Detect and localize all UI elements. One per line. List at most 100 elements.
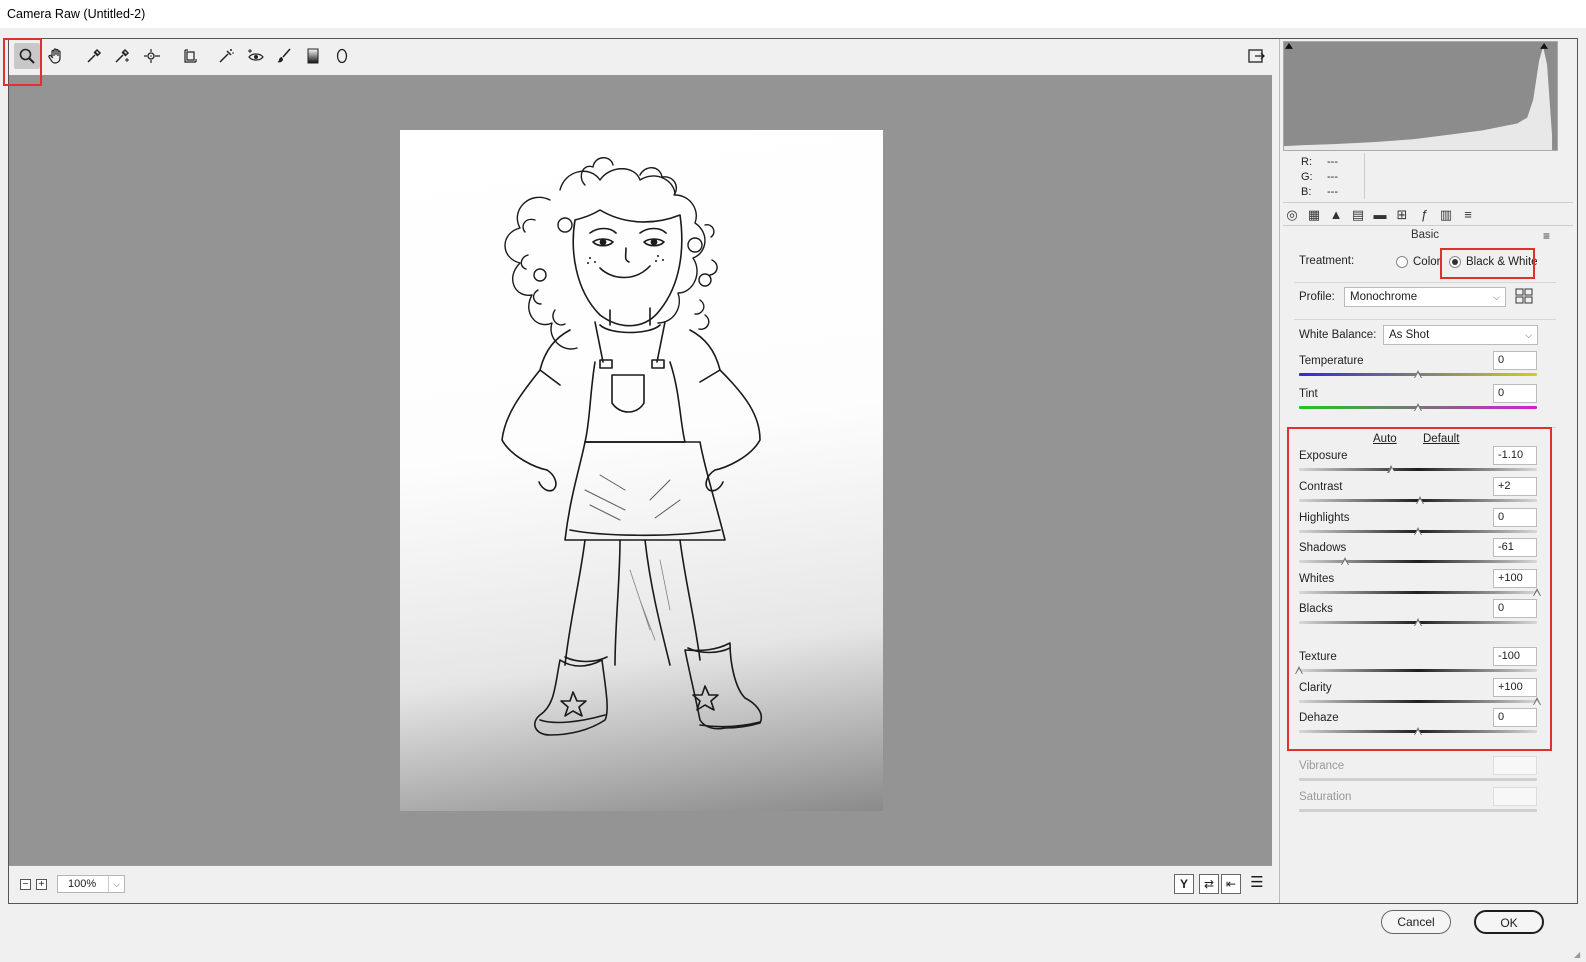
whites-value-input[interactable]: +100 <box>1493 569 1537 588</box>
tint-slider-thumb[interactable] <box>1413 403 1423 411</box>
treatment-label: Treatment: <box>1299 255 1355 267</box>
before-after-y-icon[interactable]: Y <box>1174 874 1194 894</box>
dehaze-value-input[interactable]: 0 <box>1493 708 1537 727</box>
targeted-adjustment-icon[interactable] <box>139 43 165 69</box>
whites-slider-track[interactable] <box>1299 591 1537 594</box>
vibrance-label: Vibrance <box>1299 760 1345 772</box>
exposure-slider-thumb[interactable] <box>1387 465 1396 473</box>
hand-tool-icon[interactable] <box>43 43 69 69</box>
rgb-readout: R: --- G: --- B: --- <box>1301 155 1353 200</box>
zoom-level-select[interactable]: 100% ⌵ <box>57 875 125 893</box>
transform-tool-icon[interactable] <box>177 43 203 69</box>
dehaze-slider-thumb[interactable] <box>1413 727 1423 735</box>
divider <box>1294 282 1556 283</box>
tone-curve-icon[interactable]: ▦ <box>1305 206 1323 224</box>
readout-divider <box>1364 153 1365 199</box>
blacks-slider-thumb[interactable] <box>1413 618 1423 626</box>
texture-value-input[interactable]: -100 <box>1493 647 1537 666</box>
highlights-slider-thumb[interactable] <box>1413 527 1423 535</box>
ok-button[interactable]: OK <box>1474 910 1544 934</box>
profile-browser-icon[interactable] <box>1515 288 1533 304</box>
tint-value-input[interactable]: 0 <box>1493 384 1537 403</box>
cancel-button[interactable]: Cancel <box>1381 910 1451 934</box>
b-label: B: <box>1301 186 1312 198</box>
adjustments-panel: R: --- G: --- B: --- ◎ ▦ ▲ ▤ ▬ ⊞ ƒ ▥ ≡ Basi… <box>1279 39 1577 903</box>
lens-corrections-icon[interactable]: ⊞ <box>1393 206 1411 224</box>
tint-label: Tint <box>1299 388 1318 400</box>
panel-menu-icon[interactable]: ≡ <box>1543 229 1550 243</box>
highlights-label: Highlights <box>1299 512 1350 524</box>
profile-select[interactable]: Monochrome ⌵ <box>1344 287 1506 307</box>
white-balance-select[interactable]: As Shot ⌵ <box>1383 325 1538 345</box>
preview-image <box>400 130 883 811</box>
profile-value: Monochrome <box>1350 291 1418 303</box>
r-value: --- <box>1327 156 1338 168</box>
white-balance-eyedropper-icon[interactable] <box>81 43 107 69</box>
basic-panel-icon[interactable]: ◎ <box>1283 206 1301 224</box>
detail-icon[interactable]: ▲ <box>1327 206 1345 224</box>
exposure-slider-track[interactable] <box>1299 468 1537 471</box>
hsl-icon[interactable]: ▤ <box>1349 206 1367 224</box>
contrast-value-input[interactable]: +2 <box>1493 477 1537 496</box>
temperature-slider-thumb[interactable] <box>1413 370 1423 378</box>
color-sampler-icon[interactable] <box>109 43 135 69</box>
texture-label: Texture <box>1299 651 1337 663</box>
clarity-label: Clarity <box>1299 682 1332 694</box>
toolbar <box>9 39 1272 75</box>
treatment-bw-radio[interactable] <box>1449 256 1461 268</box>
copy-settings-icon[interactable]: ⇤ <box>1221 874 1241 894</box>
shadows-slider-track[interactable] <box>1299 560 1537 563</box>
temperature-value-input[interactable]: 0 <box>1493 351 1537 370</box>
whites-label: Whites <box>1299 573 1335 585</box>
exposure-value-input[interactable]: -1.10 <box>1493 446 1537 465</box>
effects-icon[interactable]: ƒ <box>1415 206 1433 224</box>
saturation-value-input <box>1493 787 1537 806</box>
highlights-value-input[interactable]: 0 <box>1493 508 1537 527</box>
treatment-color-radio[interactable] <box>1396 256 1408 268</box>
white-balance-label: White Balance: <box>1299 329 1377 341</box>
split-toning-icon[interactable]: ▬ <box>1371 206 1389 224</box>
blacks-value-input[interactable]: 0 <box>1493 599 1537 618</box>
window-title: Camera Raw (Untitled-2) <box>0 0 1586 28</box>
clarity-slider-track[interactable] <box>1299 700 1537 703</box>
presets-icon[interactable]: ≡ <box>1459 206 1477 224</box>
profile-label: Profile: <box>1299 291 1335 303</box>
vibrance-value-input <box>1493 756 1537 775</box>
panel-tabs: ◎ ▦ ▲ ▤ ▬ ⊞ ƒ ▥ ≡ <box>1283 202 1573 226</box>
chevron-down-icon: ⌵ <box>108 876 124 892</box>
zoom-tool-icon[interactable] <box>14 43 40 69</box>
camera-calibration-icon[interactable]: ▥ <box>1437 206 1455 224</box>
red-eye-icon[interactable] <box>243 43 269 69</box>
exposure-label: Exposure <box>1299 450 1348 462</box>
resize-grip-icon[interactable]: ◢ <box>1574 950 1584 960</box>
adjustment-brush-icon[interactable] <box>271 43 297 69</box>
treatment-color-label[interactable]: Color <box>1413 256 1440 268</box>
clarity-slider-thumb[interactable] <box>1532 697 1542 705</box>
camera-raw-frame: − + 100% ⌵ Y ⇄ ⇤ ☰ R: --- G: --- B: --- ◎ ▦ <box>8 38 1578 904</box>
chevron-down-icon: ⌵ <box>1525 330 1532 340</box>
saturation-label: Saturation <box>1299 791 1352 803</box>
shadows-slider-thumb[interactable] <box>1340 557 1350 565</box>
zoom-in-button[interactable]: + <box>36 879 47 890</box>
contrast-label: Contrast <box>1299 481 1343 493</box>
chevron-down-icon: ⌵ <box>1493 292 1500 302</box>
swap-before-after-icon[interactable]: ⇄ <box>1199 874 1219 894</box>
shadows-label: Shadows <box>1299 542 1347 554</box>
auto-link[interactable]: Auto <box>1373 433 1397 445</box>
shadows-value-input[interactable]: -61 <box>1493 538 1537 557</box>
contrast-slider-thumb[interactable] <box>1415 496 1425 504</box>
graduated-filter-icon[interactable] <box>300 43 326 69</box>
g-value: --- <box>1327 171 1338 183</box>
treatment-bw-label[interactable]: Black & White <box>1466 256 1538 268</box>
default-link[interactable]: Default <box>1423 433 1459 445</box>
preview-settings-icon[interactable]: ☰ <box>1247 874 1267 894</box>
radial-filter-icon[interactable] <box>329 43 355 69</box>
clarity-value-input[interactable]: +100 <box>1493 678 1537 697</box>
zoom-out-button[interactable]: − <box>20 879 31 890</box>
texture-slider-track[interactable] <box>1299 669 1537 672</box>
spot-removal-icon[interactable] <box>213 43 239 69</box>
open-preferences-icon[interactable] <box>1243 43 1269 69</box>
preview-canvas[interactable] <box>9 75 1272 865</box>
texture-slider-thumb[interactable] <box>1294 666 1304 674</box>
whites-slider-thumb[interactable] <box>1532 588 1542 596</box>
